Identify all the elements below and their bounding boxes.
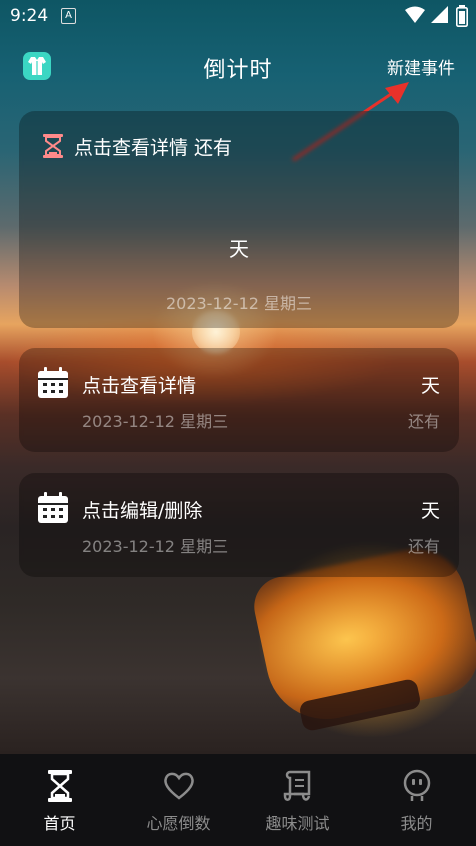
event-date: 2023-12-12 星期三 [82, 537, 229, 556]
event-remain-label: 还有 [407, 412, 440, 431]
scroll-icon [283, 770, 310, 801]
nav-label: 首页 [43, 814, 76, 833]
main-countdown-card[interactable]: 点击查看详情 还有 天 2023-12-12 星期三 [19, 111, 459, 328]
calendar-icon [38, 492, 68, 523]
main-card-title: 点击查看详情 还有 [74, 137, 233, 159]
hourglass-icon [47, 770, 72, 802]
bottom-nav: 首页 心愿倒数 趣味测试 我的 [0, 754, 476, 846]
nav-label: 我的 [400, 814, 433, 833]
new-event-button[interactable]: 新建事件 [387, 54, 455, 79]
nav-item-home[interactable]: 首页 [0, 768, 119, 834]
notification-icon: A [61, 8, 76, 24]
event-title: 点击查看详情 [82, 375, 197, 397]
nav-item-wish-countdown[interactable]: 心愿倒数 [119, 768, 238, 834]
nav-label: 心愿倒数 [146, 814, 211, 833]
heart-icon [163, 772, 194, 800]
nav-label: 趣味测试 [265, 814, 330, 833]
event-remain-label: 还有 [407, 537, 440, 556]
event-card[interactable]: 点击查看详情 天 2023-12-12 星期三 还有 [19, 348, 459, 452]
event-date: 2023-12-12 星期三 [82, 412, 229, 431]
event-days: 天 [420, 375, 440, 397]
hourglass-icon [43, 134, 63, 158]
wifi-icon [405, 6, 425, 23]
main-card-days: 天 [229, 237, 249, 261]
status-time: 9:24 [10, 6, 49, 26]
battery-icon [456, 5, 468, 27]
nav-item-fun-test[interactable]: 趣味测试 [238, 768, 357, 834]
main-card-date: 2023-12-12 星期三 [165, 294, 313, 313]
event-title: 点击编辑/删除 [82, 500, 203, 522]
signal-icon [431, 6, 448, 23]
nav-item-profile[interactable]: 我的 [357, 768, 476, 834]
status-bar: 9:24 A [0, 0, 476, 32]
calendar-icon [38, 367, 68, 398]
event-days: 天 [420, 500, 440, 522]
event-card[interactable]: 点击编辑/删除 天 2023-12-12 星期三 还有 [19, 473, 459, 577]
profile-face-icon [403, 769, 430, 801]
